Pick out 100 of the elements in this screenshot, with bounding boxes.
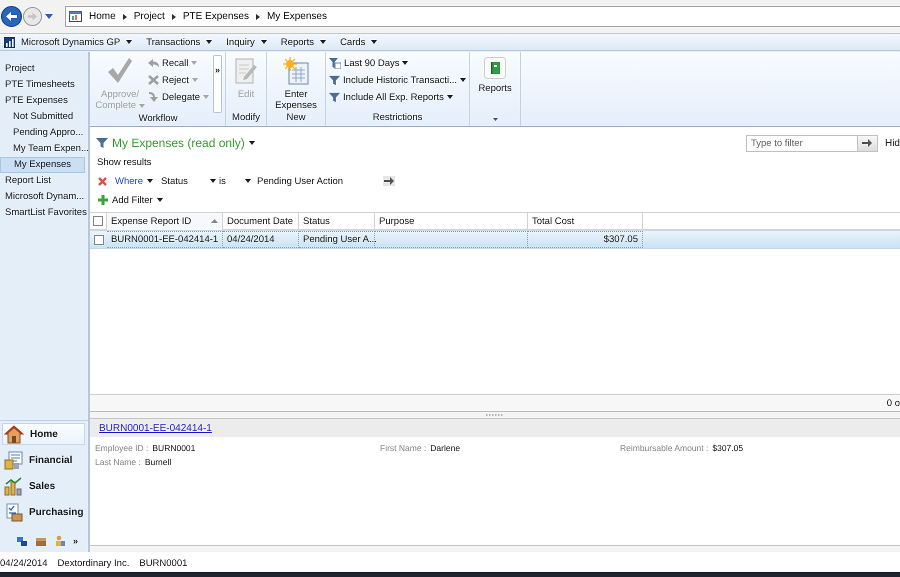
column-header[interactable]: Expense Report ID	[107, 212, 223, 230]
dialog-launcher-icon[interactable]	[492, 118, 498, 120]
breadcrumb-link[interactable]: PTE Expenses	[182, 11, 249, 22]
ribbon-button[interactable]: Reports	[478, 55, 512, 94]
caret-icon	[260, 40, 267, 44]
funnel-icon	[329, 92, 340, 102]
remove-filter-icon[interactable]	[98, 176, 107, 186]
caret-icon	[460, 78, 466, 82]
nav-button[interactable]: Financial	[2, 449, 85, 471]
field-label: Reimbursable Amount :	[620, 443, 708, 453]
table-cell: 04/24/2014	[227, 234, 275, 245]
users-icon[interactable]	[54, 535, 66, 547]
status-text: BURN0001	[139, 558, 188, 568]
filter-field[interactable]: Type to filter	[746, 134, 858, 152]
caret-icon	[146, 179, 153, 183]
caret-icon	[156, 198, 163, 202]
sidebar-item[interactable]: Project	[0, 61, 85, 77]
back-button[interactable]	[1, 6, 22, 27]
caret-icon	[203, 95, 210, 99]
caret-icon	[192, 78, 198, 82]
group-label: Modify	[231, 112, 262, 125]
sales-chart-icon	[4, 476, 23, 496]
breadcrumb-link[interactable]: My Expenses	[266, 11, 327, 22]
row-checkbox[interactable]	[94, 234, 104, 244]
record-link[interactable]: BURN0001-EE-042414-1	[99, 422, 212, 434]
status-text: Dextordinary Inc.	[58, 558, 130, 568]
sidebar-item[interactable]: SmartList Favorites	[0, 205, 85, 221]
group-label: Workflow	[138, 113, 178, 126]
sidebar-item[interactable]: PTE Expenses	[0, 93, 85, 109]
table-cell: BURN0001-EE-042414-1	[111, 234, 218, 245]
field-value: BURN0001	[152, 443, 196, 453]
arrow-right-icon	[384, 177, 394, 185]
funnel-icon	[96, 137, 108, 149]
status-text: 04/24/2014	[0, 558, 48, 568]
sidebar-item[interactable]: My Expenses	[0, 157, 85, 173]
nav-button[interactable]: Sales	[2, 475, 85, 497]
caret-icon	[126, 40, 132, 44]
arrow-right-icon	[862, 139, 872, 147]
house-icon	[4, 424, 24, 444]
menu-item[interactable]: Inquiry	[226, 36, 267, 48]
ribbon-button[interactable]: Include All Exp. Reports	[329, 90, 466, 104]
sidebar-item[interactable]: Report List	[0, 173, 85, 189]
document-edit-icon	[234, 57, 258, 85]
field-label: Employee ID :	[95, 443, 148, 453]
calendar-filter-icon	[329, 58, 342, 68]
new-document-icon	[282, 57, 310, 85]
ledger-icon	[4, 450, 23, 470]
address-bar[interactable]: Home Project PTE Expenses My Expenses	[65, 6, 900, 27]
caret-icon	[320, 40, 326, 44]
undo-arrow-icon	[148, 58, 159, 68]
sort-arrow-icon	[211, 219, 218, 223]
group-label: Restrictions	[372, 112, 424, 125]
checkmark-icon	[107, 57, 133, 85]
turn-arrow-icon	[148, 92, 159, 102]
ribbon-button[interactable]: Include Historic Transacti...	[329, 73, 466, 87]
chevron-icon	[122, 14, 127, 20]
people-icon[interactable]	[16, 536, 28, 546]
overflow-button[interactable]: »	[213, 55, 222, 113]
record-count: 0 o	[886, 398, 900, 408]
caret-icon	[371, 40, 378, 44]
add-filter-button[interactable]: Add Filter	[98, 192, 900, 208]
box-icon[interactable]	[35, 536, 47, 546]
table-row[interactable]: BURN0001-EE-042414-1 04/24/2014 Pending User A... $307.05	[90, 230, 900, 249]
apply-filter-button[interactable]	[383, 176, 395, 186]
field-value: Darlene	[430, 443, 460, 453]
menu-item[interactable]: Microsoft Dynamics GP	[4, 36, 132, 48]
window-icon	[69, 11, 82, 22]
breadcrumb-link[interactable]: Project	[134, 11, 165, 22]
sidebar-item[interactable]: Pending Appro...	[0, 125, 85, 141]
select-all-checkbox[interactable]	[93, 216, 103, 226]
operator-dropdown[interactable]: is	[219, 176, 251, 186]
sidebar-item[interactable]: Microsoft Dynam...	[0, 189, 85, 205]
caret-icon	[138, 104, 145, 108]
history-dropdown-icon[interactable]	[45, 14, 53, 19]
ribbon-button[interactable]: Enter Expenses	[270, 55, 322, 111]
bar-chart-icon	[4, 36, 15, 48]
filter-value[interactable]: Pending User Action	[257, 176, 383, 186]
filter-go-button[interactable]	[858, 134, 878, 152]
field-dropdown[interactable]: Status	[161, 176, 216, 186]
field-label: Last Name :	[95, 457, 141, 467]
sidebar-item[interactable]: PTE Timesheets	[0, 77, 85, 93]
menu-item[interactable]: Reports	[280, 36, 326, 48]
menu-item[interactable]: Cards	[340, 36, 378, 48]
hide-link[interactable]: Hid	[884, 138, 900, 148]
nav-button[interactable]: Purchasing	[2, 501, 85, 523]
sidebar-item[interactable]: Not Submitted	[0, 109, 85, 125]
group-label: New	[286, 112, 307, 125]
nav-button[interactable]: Home	[2, 423, 85, 445]
caret-icon	[206, 40, 212, 44]
caret-icon	[248, 141, 255, 145]
x-icon	[148, 75, 159, 85]
ribbon-button[interactable]: Last 90 Days	[329, 56, 466, 70]
table-cell: $307.05	[604, 234, 638, 245]
chevron-icon	[172, 14, 176, 20]
table-cell: Pending User A...	[303, 234, 377, 245]
menu-item[interactable]: Transactions	[146, 36, 212, 48]
caret-icon	[191, 61, 198, 65]
where-dropdown[interactable]: Where	[115, 176, 155, 186]
more-button[interactable]: »	[73, 537, 78, 545]
breadcrumb-link[interactable]: Home	[89, 11, 116, 22]
